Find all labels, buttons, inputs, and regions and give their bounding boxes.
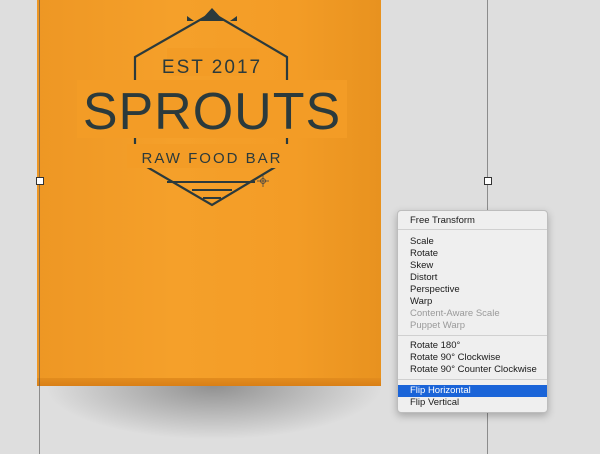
menu-separator xyxy=(398,335,547,336)
box-shadow xyxy=(44,380,384,440)
menu-item-perspective[interactable]: Perspective xyxy=(398,284,547,296)
menu-item-flip-horizontal[interactable]: Flip Horizontal xyxy=(398,385,547,397)
menu-item-skew[interactable]: Skew xyxy=(398,260,547,272)
sprouts-logo: EST 2017 SPROUTS RAW FOOD BAR xyxy=(77,8,347,207)
menu-item-label: Free Transform xyxy=(410,215,475,226)
menu-item-label: Rotate xyxy=(410,248,438,259)
menu-item-label: Distort xyxy=(410,272,438,283)
menu-item-scale[interactable]: Scale xyxy=(398,236,547,248)
menu-item-label: Flip Vertical xyxy=(410,397,460,408)
menu-separator xyxy=(398,229,547,230)
menu-item-label: Warp xyxy=(410,296,433,307)
menu-item-label: Skew xyxy=(410,260,434,271)
logo-tagline-text: RAW FOOD BAR xyxy=(142,150,283,167)
menu-item-label: Scale xyxy=(410,236,434,247)
menu-item-rotate-90-cw[interactable]: Rotate 90° Clockwise xyxy=(398,352,547,364)
logo-triangle-icon xyxy=(200,8,224,21)
menu-item-free-transform[interactable]: Free Transform xyxy=(398,215,547,227)
menu-item-rotate-180[interactable]: Rotate 180° xyxy=(398,340,547,352)
menu-item-rotate-90-ccw[interactable]: Rotate 90° Counter Clockwise xyxy=(398,364,547,376)
menu-item-rotate[interactable]: Rotate xyxy=(398,248,547,260)
transform-context-menu: Free Transform Scale Rotate Skew Distort… xyxy=(397,210,548,413)
menu-item-content-aware-scale: Content-Aware Scale xyxy=(398,308,547,320)
menu-item-label: Puppet Warp xyxy=(410,320,466,331)
transform-handle-left[interactable] xyxy=(36,177,44,185)
logo-brand-text: SPROUTS xyxy=(83,83,341,141)
menu-item-label: Content-Aware Scale xyxy=(410,308,500,319)
menu-item-label: Rotate 90° Counter Clockwise xyxy=(410,364,537,375)
menu-item-distort[interactable]: Distort xyxy=(398,272,547,284)
logo-arrow-right xyxy=(230,16,237,21)
menu-separator xyxy=(398,379,547,380)
transform-handle-right[interactable] xyxy=(484,177,492,185)
menu-item-label: Rotate 90° Clockwise xyxy=(410,352,501,363)
transform-bound-left xyxy=(39,0,40,454)
menu-item-puppet-warp: Puppet Warp xyxy=(398,320,547,332)
menu-item-label: Flip Horizontal xyxy=(410,385,471,396)
logo-est-text: EST 2017 xyxy=(162,57,262,78)
logo-arrow-left xyxy=(187,16,194,21)
menu-item-label: Rotate 180° xyxy=(410,340,461,351)
menu-item-warp[interactable]: Warp xyxy=(398,296,547,308)
menu-item-flip-vertical[interactable]: Flip Vertical xyxy=(398,397,547,409)
menu-item-label: Perspective xyxy=(410,284,460,295)
